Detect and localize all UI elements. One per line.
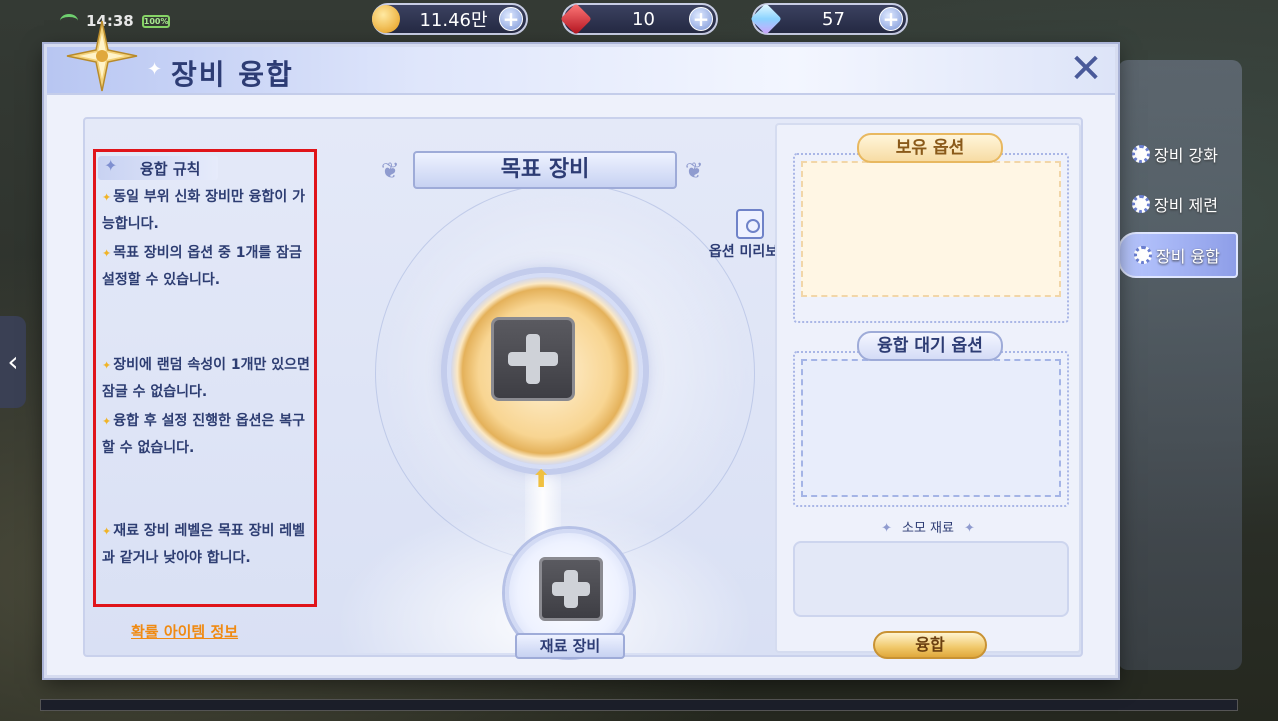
fuse-button[interactable]: 융합 [873, 631, 987, 659]
magnifier-icon [736, 209, 764, 239]
owned-options-tag: 보유 옵션 [857, 133, 1003, 163]
sparkle-icon: ✦ [963, 521, 975, 536]
owned-options-frame [793, 153, 1069, 323]
pending-options-frame [793, 351, 1069, 507]
side-menu-item-enhance[interactable]: 장비 강화 [1132, 136, 1218, 172]
star-icon: ✦ [104, 156, 118, 175]
exp-bar [40, 699, 1238, 711]
target-equipment-banner: 목표 장비 [413, 151, 677, 189]
battery-icon: 100% [141, 14, 170, 28]
rule-item: ✦ 목표 장비의 옵션 중 1개를 잠금 설정할 수 있습니다. [102, 245, 302, 288]
gear-icon [1134, 246, 1152, 264]
bullet-star-icon: ✦ [102, 359, 112, 372]
options-panel: 보유 옵션 융합 대기 옵션 ✦ 소모 재료 ✦ 융합 [775, 123, 1081, 659]
ornament-icon: ❦ [381, 159, 400, 184]
side-menu-item-refine[interactable]: 장비 제련 [1132, 186, 1218, 222]
currency-gold: 11.46만 + [372, 3, 528, 35]
rule-item: ✦ 장비에 랜덤 속성이 1개만 있으면 잠글 수 없습니다. [102, 357, 310, 400]
close-button[interactable]: ✕ [1067, 49, 1105, 89]
sparkle-icon: ✦ [881, 521, 892, 536]
rule-item: ✦ 동일 부위 신화 장비만 융합이 가능합니다. [102, 189, 306, 232]
gear-icon [1132, 195, 1150, 213]
compass-emblem-icon [66, 20, 138, 92]
pending-options-tag: 융합 대기 옵션 [857, 331, 1003, 361]
currency-crystal: 57 + [750, 3, 908, 35]
coin-icon [372, 5, 400, 33]
target-equipment-slot[interactable] [491, 317, 575, 401]
rule-item: ✦ 융합 후 설정 진행한 옵션은 복구할 수 없습니다. [102, 413, 306, 456]
up-arrow-icon: ⬆ [531, 465, 552, 493]
rules-title: 융합 규칙 [140, 160, 201, 178]
plus-icon [542, 560, 600, 618]
crystal-amount: 57 [822, 8, 845, 30]
bullet-star-icon: ✦ [102, 191, 112, 204]
bullet-star-icon: ✦ [102, 525, 112, 538]
bullet-star-icon: ✦ [102, 247, 112, 260]
side-menu-label: 장비 융합 [1156, 247, 1220, 266]
dialog-header: ✦ 장비 융합 ✕ [47, 20, 1115, 95]
bullet-star-icon: ✦ [102, 415, 112, 428]
dialog-body: ✦ 융합 규칙 ✦ 동일 부위 신화 장비만 융합이 가능합니다. ✦ 목표 장비의… [83, 117, 1083, 659]
probability-info-link[interactable]: 확률 아이템 정보 [131, 621, 238, 642]
gold-amount: 11.46만 [419, 10, 488, 31]
side-menu: 장비 강화 장비 제련 장비 융합 [1118, 60, 1242, 670]
dialog-title: 장비 융합 [171, 58, 294, 91]
side-menu-item-fusion[interactable]: 장비 융합 [1118, 232, 1238, 278]
back-arrow-icon[interactable]: ‹ [0, 316, 26, 408]
consume-materials-box [793, 541, 1069, 617]
currency-ruby: 10 + [560, 3, 718, 35]
fusion-dialog: ✦ 장비 융합 ✕ ✦ 융합 규칙 ✦ 동일 부위 신화 장비만 융합이 가능합니… [44, 20, 1118, 678]
add-ruby-button[interactable]: + [689, 7, 713, 31]
plus-icon [494, 320, 572, 398]
gear-icon [1132, 145, 1150, 163]
rules-header: ✦ 융합 규칙 [98, 156, 218, 180]
ornament-icon: ❦ [685, 159, 704, 184]
fusion-stage: ❦ 목표 장비 ❦ 옵션 미리보기 ⬆ 재료 장비 [335, 123, 791, 659]
sparkle-icon: ✦ [147, 59, 163, 80]
rules-panel: ✦ 융합 규칙 ✦ 동일 부위 신화 장비만 융합이 가능합니다. ✦ 목표 장비의… [93, 149, 317, 607]
material-equipment-slot[interactable] [539, 557, 603, 621]
add-crystal-button[interactable]: + [879, 7, 903, 31]
pending-options-list [801, 359, 1061, 497]
add-gold-button[interactable]: + [499, 7, 523, 31]
side-menu-label: 장비 강화 [1154, 146, 1218, 165]
ruby-amount: 10 [632, 8, 655, 30]
material-equipment-label: 재료 장비 [515, 633, 625, 659]
rule-item: ✦ 재료 장비 레벨은 목표 장비 레벨과 같거나 낮아야 합니다. [102, 523, 306, 566]
consume-materials-label: ✦ 소모 재료 ✦ [881, 521, 975, 536]
owned-options-list [801, 161, 1061, 297]
side-menu-label: 장비 제련 [1154, 196, 1218, 215]
